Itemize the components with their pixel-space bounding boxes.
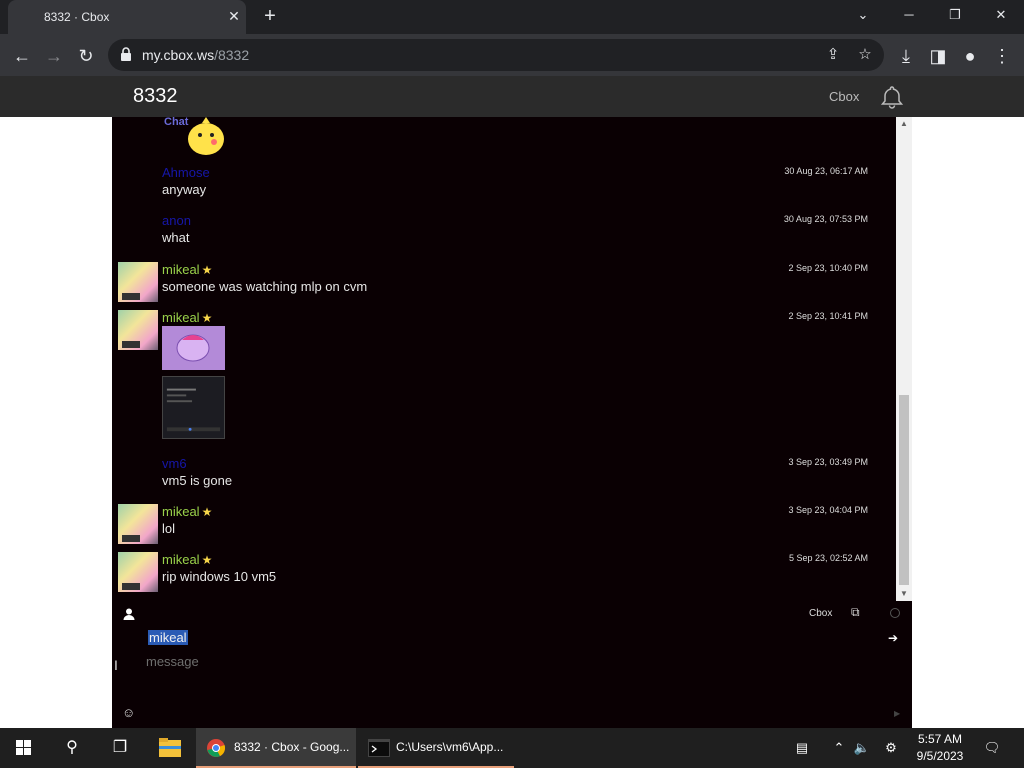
message-text: someone was watching mlp on cvm bbox=[162, 279, 368, 294]
chrome-icon bbox=[207, 739, 226, 757]
name-field[interactable]: mikeal bbox=[148, 630, 188, 645]
scrollbar-thumb[interactable] bbox=[899, 395, 909, 585]
reload-button[interactable]: ↻ bbox=[72, 42, 100, 70]
message-username[interactable]: Ahmose bbox=[162, 165, 210, 180]
menu-icon[interactable]: ⋮ bbox=[988, 42, 1016, 70]
star-icon: ★ bbox=[201, 505, 213, 519]
message-text: rip windows 10 vm5 bbox=[162, 569, 277, 584]
send-icon[interactable]: ▶ bbox=[894, 709, 900, 718]
profile-icon[interactable]: ● bbox=[956, 42, 984, 70]
attached-image-thumbnail[interactable] bbox=[162, 326, 225, 370]
text-cursor-icon: I bbox=[114, 657, 118, 673]
cbox-link[interactable]: Cbox bbox=[829, 89, 859, 104]
external-link-icon[interactable]: ⧉ bbox=[851, 605, 860, 620]
svg-text:Chat: Chat bbox=[164, 117, 189, 128]
browser-tab[interactable]: 8332 · Cbox ✕ bbox=[8, 0, 246, 34]
minimize-button[interactable]: ─ bbox=[886, 0, 932, 30]
site-header: 8332 Cbox bbox=[0, 76, 1024, 117]
lock-icon bbox=[121, 47, 131, 61]
avatar[interactable] bbox=[118, 552, 158, 592]
taskbar-terminal-label: C:\Users\vm6\App... bbox=[396, 740, 504, 754]
taskbar-terminal-window[interactable]: C:\Users\vm6\App... bbox=[358, 728, 514, 768]
tab-close-icon[interactable]: ✕ bbox=[224, 6, 244, 26]
star-icon: ★ bbox=[201, 553, 213, 567]
share-icon[interactable]: ⇪ bbox=[822, 44, 844, 66]
message-time: 5 Sep 23, 02:52 AM bbox=[788, 553, 868, 563]
avatar[interactable] bbox=[118, 504, 158, 544]
windows-start-icon[interactable] bbox=[0, 728, 48, 768]
message-time: 30 Aug 23, 07:53 PM bbox=[783, 214, 868, 224]
message-text: lol bbox=[162, 521, 176, 536]
message-text: vm5 is gone bbox=[162, 473, 233, 488]
notification-icon[interactable]: 🗨 bbox=[980, 728, 1004, 768]
scroll-up-icon[interactable]: ▲ bbox=[896, 117, 912, 131]
avatar[interactable] bbox=[118, 310, 158, 350]
tab-title: 8332 · Cbox bbox=[44, 10, 110, 24]
emoji-icon[interactable]: ☺ bbox=[122, 705, 135, 720]
message-username[interactable]: mikeal ★ bbox=[162, 310, 212, 325]
forward-button[interactable]: → bbox=[40, 42, 68, 70]
taskbar-chrome-label: 8332 · Cbox - Goog... bbox=[234, 740, 350, 754]
restore-button[interactable]: ❐ bbox=[932, 0, 978, 30]
chat-sticker-image: Chat bbox=[164, 117, 224, 155]
news-widget-icon[interactable]: ▤ bbox=[790, 728, 814, 768]
clock-time: 5:57 AM bbox=[917, 732, 963, 746]
side-panel-icon[interactable]: ◨ bbox=[924, 42, 952, 70]
chat-box: Chat Ahmose 30 Aug 23, 06:17 AM anyway a… bbox=[112, 117, 912, 728]
message-username[interactable]: vm6 bbox=[162, 456, 187, 471]
volume-icon[interactable]: 🔈 bbox=[852, 728, 872, 768]
url-text: my.cbox.ws/8332 bbox=[142, 47, 250, 63]
avatar[interactable] bbox=[118, 262, 158, 302]
star-icon: ★ bbox=[201, 311, 213, 325]
user-icon[interactable] bbox=[122, 607, 136, 621]
message-username[interactable]: mikeal ★ bbox=[162, 552, 212, 567]
status-indicator-icon bbox=[890, 608, 900, 618]
terminal-icon bbox=[368, 739, 390, 757]
tab-search-icon[interactable]: ⌄ bbox=[840, 0, 886, 30]
message-list[interactable]: Chat Ahmose 30 Aug 23, 06:17 AM anyway a… bbox=[112, 117, 896, 601]
browser-toolbar: ← → ↻ my.cbox.ws/8332 ⇪ ☆ ⤓ ◨ ● ⋮ bbox=[0, 34, 1024, 76]
chevron-up-icon[interactable]: ⌃ bbox=[828, 728, 850, 768]
new-tab-button[interactable]: + bbox=[258, 4, 282, 28]
taskbar-chrome-window[interactable]: 8332 · Cbox - Goog... bbox=[196, 728, 356, 768]
close-window-button[interactable]: ✕ bbox=[978, 0, 1024, 30]
task-view-icon[interactable]: ❐ bbox=[96, 728, 144, 768]
download-icon[interactable]: ⤓ bbox=[892, 42, 920, 70]
cbox-link[interactable]: Cbox bbox=[809, 608, 832, 619]
message-time: 2 Sep 23, 10:41 PM bbox=[788, 311, 868, 321]
message-form: Cbox ⧉ mikeal ➔ I ☺ ▶ bbox=[112, 601, 912, 728]
page-title: 8332 bbox=[133, 85, 178, 107]
message-text: what bbox=[162, 230, 190, 245]
message-time: 3 Sep 23, 04:04 PM bbox=[788, 505, 868, 515]
address-bar[interactable]: my.cbox.ws/8332 ⇪ ☆ bbox=[108, 39, 884, 71]
message-username[interactable]: mikeal ★ bbox=[162, 262, 212, 277]
message-text: anyway bbox=[162, 182, 207, 197]
star-icon: ★ bbox=[201, 263, 213, 277]
file-explorer-icon[interactable] bbox=[146, 728, 194, 768]
message-username[interactable]: anon bbox=[162, 213, 191, 228]
login-icon[interactable]: ➔ bbox=[888, 631, 898, 645]
back-button[interactable]: ← bbox=[8, 42, 36, 70]
bell-icon[interactable] bbox=[879, 84, 905, 110]
attached-screenshot-thumbnail[interactable] bbox=[162, 376, 225, 439]
message-time: 30 Aug 23, 06:17 AM bbox=[784, 166, 868, 176]
clock-date: 9/5/2023 bbox=[916, 749, 964, 763]
message-time: 2 Sep 23, 10:40 PM bbox=[788, 263, 868, 273]
message-username[interactable]: mikeal ★ bbox=[162, 504, 212, 519]
browser-titlebar: 8332 · Cbox ✕ + ⌄ ─ ❐ ✕ bbox=[0, 0, 1024, 34]
taskbar-clock[interactable]: 5:57 AM 9/5/2023 bbox=[914, 731, 966, 765]
settings-gear-icon[interactable]: ⚙ bbox=[880, 728, 902, 768]
bookmark-star-icon[interactable]: ☆ bbox=[854, 44, 876, 66]
windows-taskbar: ⚲ ❐ 8332 · Cbox - Goog... C:\Users\vm6\A… bbox=[0, 728, 1024, 768]
message-scrollbar[interactable]: ▲ ▼ bbox=[896, 117, 912, 601]
message-input[interactable] bbox=[146, 651, 746, 671]
scroll-down-icon[interactable]: ▼ bbox=[896, 587, 912, 601]
message-time: 3 Sep 23, 03:49 PM bbox=[788, 457, 868, 467]
search-icon[interactable]: ⚲ bbox=[48, 728, 96, 768]
